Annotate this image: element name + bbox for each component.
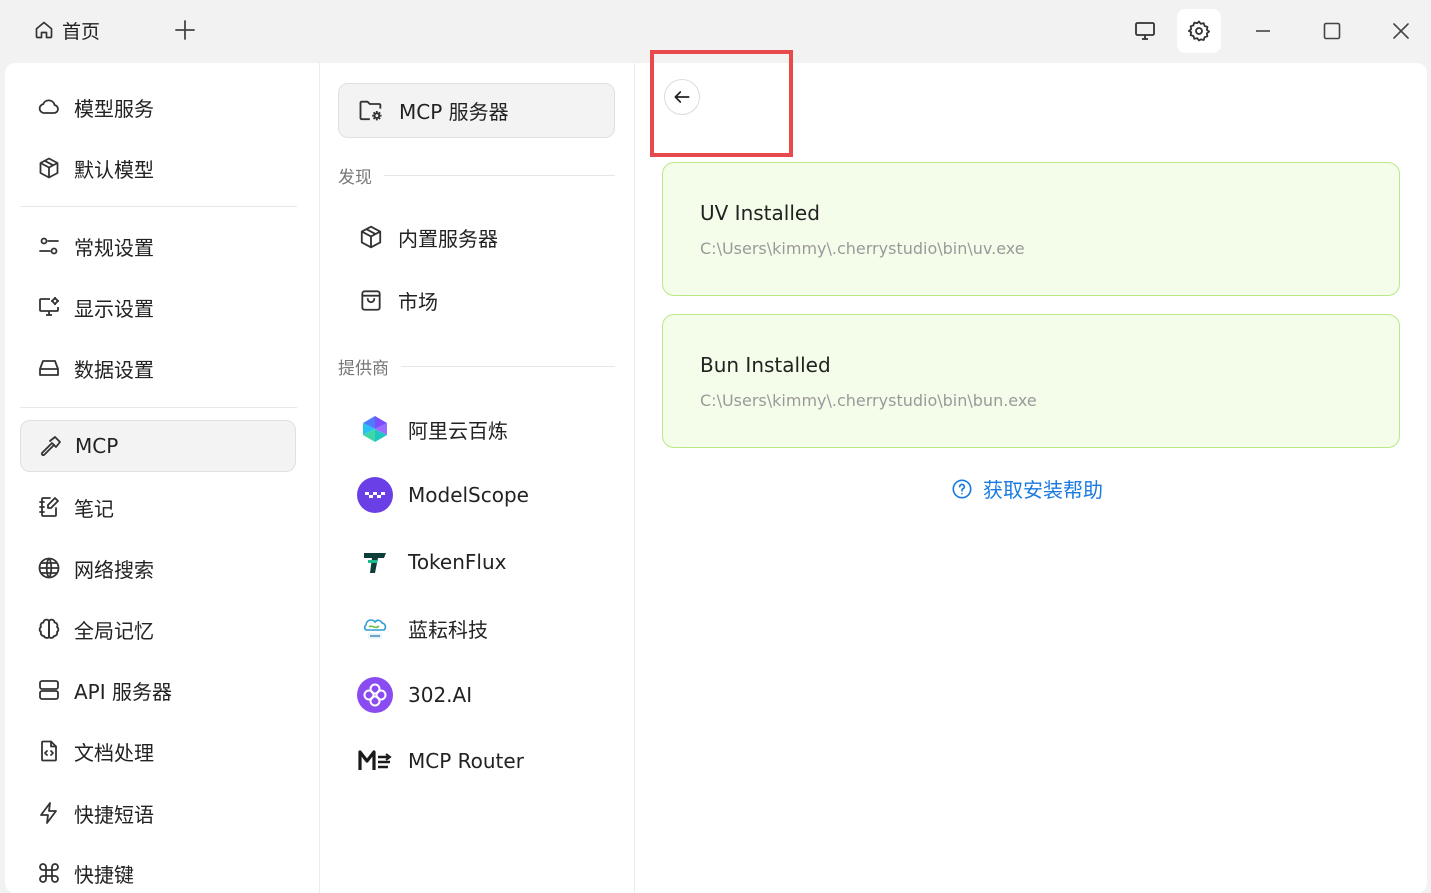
provider-label: 阿里云百炼 — [408, 418, 508, 443]
bun-status-title: Bun Installed — [700, 353, 831, 377]
folder-settings-icon — [357, 97, 385, 125]
zap-icon — [36, 800, 62, 826]
uv-status-title: UV Installed — [700, 201, 820, 225]
notebook-icon — [36, 494, 62, 520]
sidebar-item-global-memory[interactable]: 全局记忆 — [20, 603, 296, 655]
settings-sidebar: 模型服务 默认模型 常规设置 显示设置 数据设置 MCP 笔记 网络搜索 全局记… — [5, 63, 320, 893]
home-tab[interactable]: 首页 — [34, 16, 100, 44]
cloud-icon — [36, 94, 62, 120]
sidebar-item-label: 快捷短语 — [74, 802, 154, 827]
provider-label: MCP Router — [408, 749, 524, 773]
302ai-logo — [356, 676, 394, 714]
providers-heading-text: 提供商 — [338, 359, 389, 379]
mcp-servers-label: MCP 服务器 — [399, 100, 509, 124]
provider-label: ModelScope — [408, 483, 529, 507]
home-icon — [34, 20, 54, 40]
bun-status-card: Bun Installed C:\Users\kimmy\.cherrystud… — [662, 314, 1400, 448]
bun-path: C:\Users\kimmy\.cherrystudio\bin\bun.exe — [700, 391, 1037, 410]
sidebar-item-label: 常规设置 — [74, 235, 154, 260]
sidebar-item-data-settings[interactable]: 数据设置 — [20, 342, 296, 394]
providers-heading: 提供商 — [338, 354, 615, 379]
back-button[interactable] — [664, 79, 700, 115]
globe-icon — [36, 555, 62, 581]
lanyun-logo — [356, 609, 394, 647]
sidebar-item-label: MCP — [75, 434, 119, 458]
minimize-icon[interactable] — [1241, 9, 1285, 53]
builtin-servers-label: 内置服务器 — [398, 226, 498, 251]
mcp-servers-button[interactable]: MCP 服务器 — [338, 83, 615, 138]
provider-label: TokenFlux — [408, 550, 507, 574]
provider-label: 蓝耘科技 — [408, 617, 488, 642]
sidebar-item-label: 默认模型 — [74, 157, 154, 182]
shopping-bag-icon — [358, 287, 384, 313]
mcp-install-status-panel: UV Installed C:\Users\kimmy\.cherrystudi… — [635, 63, 1427, 893]
provider-tokenflux[interactable]: TokenFlux — [338, 534, 615, 590]
cube-icon — [358, 224, 384, 250]
sidebar-item-label: 笔记 — [74, 496, 114, 521]
settings-window: 模型服务 默认模型 常规设置 显示设置 数据设置 MCP 笔记 网络搜索 全局记… — [5, 63, 1427, 893]
sidebar-item-label: 数据设置 — [74, 357, 154, 382]
sidebar-item-mcp[interactable]: MCP — [20, 420, 296, 472]
sidebar-item-shortcuts[interactable]: 快捷键 — [20, 847, 296, 893]
sidebar-item-label: 快捷键 — [74, 862, 134, 887]
provider-302ai[interactable]: 302.AI — [338, 667, 615, 723]
command-icon — [36, 860, 62, 886]
discover-heading: 发现 — [338, 163, 615, 188]
title-bar: 首页 — [0, 0, 1431, 62]
sidebar-item-label: 网络搜索 — [74, 557, 154, 582]
sliders-icon — [36, 233, 62, 259]
brain-icon — [36, 616, 62, 642]
sidebar-item-model-service[interactable]: 模型服务 — [20, 81, 296, 133]
sidebar-item-api-server[interactable]: API 服务器 — [20, 664, 296, 716]
mcp-subnav: MCP 服务器 发现 内置服务器 市场 提供商 阿里云百炼 ModelScope… — [320, 63, 635, 893]
mcprouter-logo — [356, 742, 394, 780]
plus-icon[interactable] — [173, 18, 197, 42]
provider-lanyun[interactable]: 蓝耘科技 — [338, 600, 615, 656]
sidebar-item-default-model[interactable]: 默认模型 — [20, 142, 296, 194]
sidebar-item-general-settings[interactable]: 常规设置 — [20, 220, 296, 272]
market-item[interactable]: 市场 — [338, 276, 615, 324]
builtin-servers-item[interactable]: 内置服务器 — [338, 213, 615, 261]
sidebar-item-quick-phrases[interactable]: 快捷短语 — [20, 787, 296, 839]
sidebar-item-document-processing[interactable]: 文档处理 — [20, 725, 296, 777]
sidebar-item-display-settings[interactable]: 显示设置 — [20, 281, 296, 333]
install-help-label: 获取安装帮助 — [983, 478, 1103, 502]
discover-heading-text: 发现 — [338, 168, 372, 188]
provider-label: 302.AI — [408, 683, 473, 707]
uv-status-card: UV Installed C:\Users\kimmy\.cherrystudi… — [662, 162, 1400, 296]
home-tab-label: 首页 — [62, 20, 101, 43]
tokenflux-logo — [356, 543, 394, 581]
sidebar-item-label: API 服务器 — [74, 679, 172, 704]
bailian-logo — [356, 410, 394, 448]
cube-icon — [36, 155, 62, 181]
sidebar-divider — [20, 407, 297, 408]
hard-drive-icon — [36, 355, 62, 381]
maximize-icon[interactable] — [1310, 9, 1354, 53]
section-divider — [384, 175, 615, 176]
provider-bailian[interactable]: 阿里云百炼 — [338, 401, 615, 457]
arrow-left-icon — [672, 87, 692, 107]
monitor-icon[interactable] — [1123, 9, 1167, 53]
sidebar-item-label: 全局记忆 — [74, 618, 154, 643]
market-label: 市场 — [398, 289, 438, 314]
sidebar-item-web-search[interactable]: 网络搜索 — [20, 542, 296, 594]
help-circle-icon — [951, 478, 973, 500]
provider-modelscope[interactable]: ModelScope — [338, 467, 615, 523]
sidebar-item-notes[interactable]: 笔记 — [20, 481, 296, 533]
sidebar-item-label: 文档处理 — [74, 740, 154, 765]
sidebar-item-label: 显示设置 — [74, 296, 154, 321]
file-code-icon — [36, 738, 62, 764]
hammer-icon — [37, 433, 63, 459]
gear-icon[interactable] — [1177, 9, 1221, 53]
display-settings-icon — [36, 294, 62, 320]
sidebar-item-label: 模型服务 — [74, 96, 154, 121]
modelscope-logo — [356, 476, 394, 514]
close-icon[interactable] — [1379, 9, 1423, 53]
uv-path: C:\Users\kimmy\.cherrystudio\bin\uv.exe — [700, 239, 1025, 258]
provider-mcprouter[interactable]: MCP Router — [338, 733, 615, 789]
install-help-link[interactable]: 获取安装帮助 — [951, 474, 1103, 503]
server-icon — [36, 677, 62, 703]
section-divider — [401, 366, 615, 367]
sidebar-divider — [20, 206, 297, 207]
